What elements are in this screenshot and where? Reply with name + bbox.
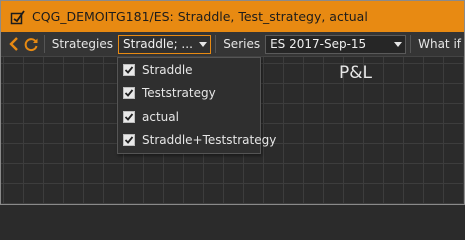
strategy-option-teststrategy[interactable]: Teststrategy bbox=[118, 82, 260, 106]
window-title: CQG_DEMOITG181/ES: Straddle, Test_strate… bbox=[32, 9, 368, 24]
series-label: Series bbox=[223, 37, 261, 51]
series-select[interactable]: ES 2017-Sep-15 bbox=[265, 34, 407, 54]
toolbar-divider bbox=[410, 35, 412, 53]
back-arrow-icon[interactable] bbox=[6, 35, 23, 53]
strategy-option-label: Straddle+Teststrategy bbox=[142, 133, 277, 148]
dropdown-arrow-icon[interactable] bbox=[196, 41, 210, 47]
strategies-select-value: Straddle; ... bbox=[123, 37, 193, 51]
checkbox-checked-icon[interactable] bbox=[123, 63, 135, 76]
refresh-icon[interactable] bbox=[23, 35, 40, 53]
strategy-option-label: Straddle bbox=[142, 62, 193, 77]
whatif-button[interactable]: What if bbox=[415, 37, 464, 51]
checkbox-checked-icon[interactable] bbox=[123, 87, 135, 100]
strategy-option-actual[interactable]: actual bbox=[118, 105, 260, 129]
app-window: CQG_DEMOITG181/ES: Straddle, Test_strate… bbox=[0, 0, 465, 205]
checkbox-checked-icon[interactable] bbox=[123, 110, 135, 123]
dropdown-arrow-icon[interactable] bbox=[391, 41, 405, 47]
strategy-option-straddle-teststrategy[interactable]: Straddle+Teststrategy bbox=[118, 129, 276, 153]
checkbox-checked-icon[interactable] bbox=[123, 134, 135, 147]
strategy-option-straddle[interactable]: Straddle bbox=[118, 58, 260, 82]
strategies-select[interactable]: Straddle; ... bbox=[118, 34, 212, 54]
title-bar[interactable]: CQG_DEMOITG181/ES: Straddle, Test_strate… bbox=[1, 1, 464, 32]
toolbar-divider bbox=[215, 35, 217, 53]
toolbar: Strategies Straddle; ... Series ES 2017-… bbox=[1, 32, 464, 57]
strategies-dropdown-menu: Straddle Teststrategy actual Straddle+Te… bbox=[117, 57, 276, 154]
toolbar-divider bbox=[43, 35, 45, 53]
chart-edit-icon bbox=[10, 9, 26, 25]
series-select-value: ES 2017-Sep-15 bbox=[270, 37, 367, 51]
strategies-label: Strategies bbox=[51, 37, 114, 51]
strategy-option-label: Teststrategy bbox=[142, 86, 216, 101]
strategy-option-label: actual bbox=[142, 109, 179, 124]
chart-title: P&L bbox=[339, 63, 372, 83]
